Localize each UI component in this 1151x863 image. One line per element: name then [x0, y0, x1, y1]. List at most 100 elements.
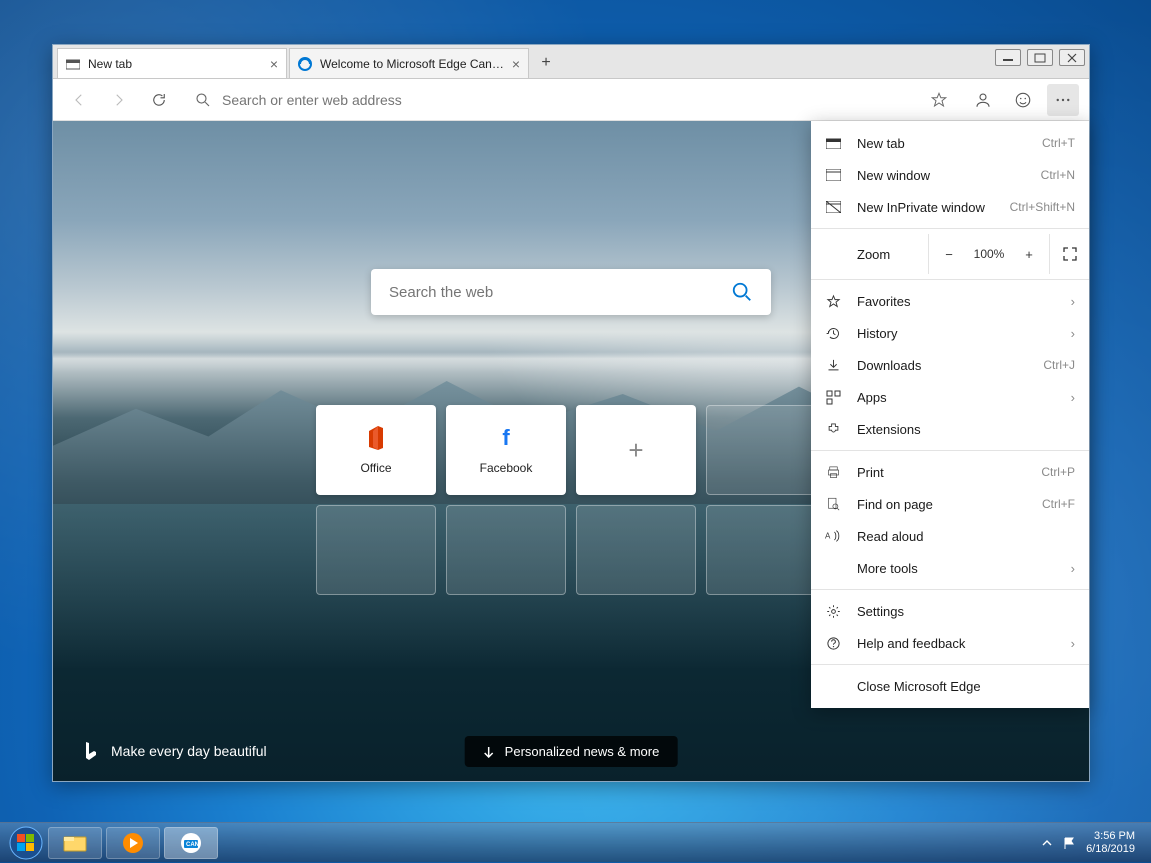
plus-icon: +: [628, 435, 643, 466]
close-tab-icon[interactable]: ×: [512, 56, 520, 72]
menu-downloads[interactable]: Downloads Ctrl+J: [811, 349, 1089, 381]
toolbar: [53, 79, 1089, 121]
menu-extensions[interactable]: Extensions: [811, 413, 1089, 445]
quick-link-placeholder: [316, 505, 436, 595]
office-icon: [363, 425, 389, 451]
chevron-right-icon: ›: [1071, 561, 1075, 576]
browser-tab[interactable]: Welcome to Microsoft Edge Can… ×: [289, 48, 529, 78]
browser-window: New tab × Welcome to Microsoft Edge Can……: [52, 44, 1090, 782]
ntp-search-box[interactable]: [371, 269, 771, 315]
favorite-star-icon[interactable]: [930, 91, 948, 109]
menu-new-tab[interactable]: New tab Ctrl+T: [811, 127, 1089, 159]
svg-text:CAN: CAN: [186, 842, 199, 848]
quick-link-placeholder: [576, 505, 696, 595]
feedback-smiley-button[interactable]: [1007, 84, 1039, 116]
settings-menu-button[interactable]: [1047, 84, 1079, 116]
bing-icon: [83, 741, 99, 761]
clock-date: 6/18/2019: [1086, 843, 1135, 856]
tab-strip: New tab × Welcome to Microsoft Edge Can……: [53, 45, 1089, 79]
quick-link-placeholder: [706, 405, 826, 495]
taskbar: CAN 3:56 PM 6/18/2019: [0, 822, 1151, 862]
chevron-right-icon: ›: [1071, 636, 1075, 651]
tab-title: New tab: [88, 57, 132, 71]
menu-new-window[interactable]: New window Ctrl+N: [811, 159, 1089, 191]
new-tab-favicon-icon: [66, 58, 80, 70]
taskbar-edge-canary[interactable]: CAN: [164, 827, 218, 859]
edge-favicon-icon: [298, 57, 312, 71]
menu-find[interactable]: Find on page Ctrl+F: [811, 488, 1089, 520]
menu-help[interactable]: Help and feedback ›: [811, 627, 1089, 659]
search-icon: [194, 91, 212, 109]
tile-label: Office: [360, 461, 391, 475]
profile-button[interactable]: [967, 84, 999, 116]
help-icon: [825, 635, 841, 651]
new-tab-button[interactable]: +: [531, 48, 561, 78]
start-button[interactable]: [6, 823, 46, 863]
minimize-button[interactable]: [995, 49, 1021, 66]
gear-icon: [825, 603, 841, 619]
taskbar-mediaplayer[interactable]: [106, 827, 160, 859]
browser-tab[interactable]: New tab ×: [57, 48, 287, 78]
svg-text:A: A: [825, 532, 831, 541]
address-bar[interactable]: [183, 84, 959, 116]
facebook-icon: f: [493, 425, 519, 451]
menu-more-tools[interactable]: More tools ›: [811, 552, 1089, 584]
chevron-down-icon: [483, 746, 495, 758]
maximize-button[interactable]: [1027, 49, 1053, 66]
read-aloud-icon: A: [825, 528, 841, 544]
bing-tagline: Make every day beautiful: [111, 743, 267, 759]
menu-print[interactable]: Print Ctrl+P: [811, 456, 1089, 488]
forward-button[interactable]: [103, 84, 135, 116]
refresh-button[interactable]: [143, 84, 175, 116]
chevron-right-icon: ›: [1071, 326, 1075, 341]
back-button[interactable]: [63, 84, 95, 116]
new-tab-icon: [825, 135, 841, 151]
history-icon: [825, 325, 841, 341]
address-input[interactable]: [222, 92, 920, 108]
menu-settings[interactable]: Settings: [811, 595, 1089, 627]
inprivate-icon: [825, 199, 841, 215]
extensions-icon: [825, 421, 841, 437]
quick-link-placeholder: [446, 505, 566, 595]
menu-favorites[interactable]: Favorites ›: [811, 285, 1089, 317]
tray-clock[interactable]: 3:56 PM 6/18/2019: [1086, 830, 1135, 855]
star-icon: [825, 293, 841, 309]
window-controls: [995, 49, 1085, 66]
taskbar-explorer[interactable]: [48, 827, 102, 859]
system-tray: 3:56 PM 6/18/2019: [1042, 830, 1145, 855]
apps-icon: [825, 389, 841, 405]
zoom-out-button[interactable]: −: [929, 234, 969, 274]
clock-time: 3:56 PM: [1086, 830, 1135, 843]
personalized-news-button[interactable]: Personalized news & more: [465, 736, 678, 767]
menu-history[interactable]: History ›: [811, 317, 1089, 349]
tray-chevron-icon[interactable]: [1042, 838, 1052, 848]
menu-read-aloud[interactable]: A Read aloud: [811, 520, 1089, 552]
quick-link-add[interactable]: +: [576, 405, 696, 495]
quick-link-office[interactable]: Office: [316, 405, 436, 495]
zoom-value: 100%: [969, 234, 1009, 274]
tray-flag-icon[interactable]: [1062, 836, 1076, 850]
chevron-right-icon: ›: [1071, 294, 1075, 309]
find-icon: [825, 496, 841, 512]
search-icon[interactable]: [731, 281, 753, 303]
settings-menu: New tab Ctrl+T New window Ctrl+N New InP…: [811, 121, 1089, 708]
ntp-search-input[interactable]: [389, 284, 731, 301]
tile-label: Facebook: [480, 461, 533, 475]
tab-title: Welcome to Microsoft Edge Can…: [320, 57, 504, 71]
bing-attribution[interactable]: Make every day beautiful: [83, 741, 267, 761]
download-icon: [825, 357, 841, 373]
news-button-label: Personalized news & more: [505, 744, 660, 759]
menu-zoom-row: Zoom − 100% +: [811, 234, 1089, 274]
menu-close-edge[interactable]: Close Microsoft Edge: [811, 670, 1089, 702]
menu-inprivate[interactable]: New InPrivate window Ctrl+Shift+N: [811, 191, 1089, 223]
chevron-right-icon: ›: [1071, 390, 1075, 405]
close-window-button[interactable]: [1059, 49, 1085, 66]
fullscreen-button[interactable]: [1049, 234, 1089, 274]
quick-links-grid: Office f Facebook +: [316, 405, 826, 595]
quick-link-placeholder: [706, 505, 826, 595]
quick-link-facebook[interactable]: f Facebook: [446, 405, 566, 495]
close-tab-icon[interactable]: ×: [270, 56, 278, 72]
zoom-in-button[interactable]: +: [1009, 234, 1049, 274]
menu-apps[interactable]: Apps ›: [811, 381, 1089, 413]
new-window-icon: [825, 167, 841, 183]
